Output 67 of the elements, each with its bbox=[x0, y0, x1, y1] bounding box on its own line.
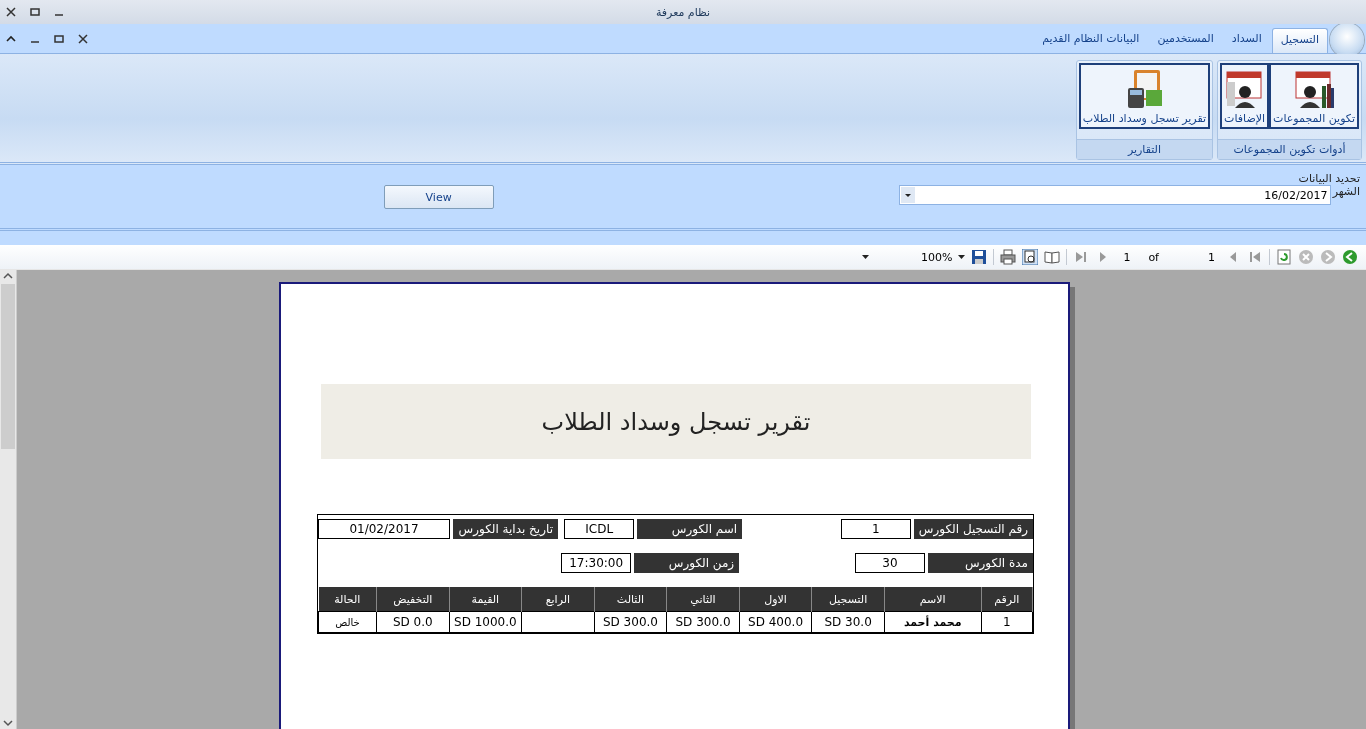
field-value: 17:30:00 bbox=[561, 553, 632, 573]
scroll-thumb[interactable] bbox=[1, 284, 15, 449]
ribbon-tab[interactable]: التسجيل bbox=[1271, 28, 1328, 53]
restore-icon[interactable] bbox=[30, 7, 40, 17]
field-label: تاريخ بداية الكورس bbox=[453, 519, 558, 539]
field-label: اسم الكورس bbox=[637, 519, 743, 539]
zoom-dropdown[interactable]: 100% bbox=[862, 250, 953, 264]
page-number-field[interactable]: 1 bbox=[1171, 250, 1219, 264]
refresh-icon[interactable] bbox=[1276, 249, 1292, 265]
column-header: التسجيل bbox=[811, 587, 885, 612]
ribbon-button[interactable]: تكوين المجموعات bbox=[1269, 63, 1359, 129]
ribbon-button[interactable]: تقرير تسجل وسداد الطلاب bbox=[1078, 63, 1211, 129]
column-header: الرقم bbox=[981, 587, 1033, 612]
column-header: الثالث bbox=[594, 587, 667, 612]
ribbon-tab[interactable]: السداد bbox=[1223, 28, 1270, 53]
table-cell: SD 0.0 bbox=[376, 611, 450, 633]
table-cell: محمد أحمد bbox=[884, 611, 982, 633]
window-title: نظام معرفة bbox=[655, 5, 711, 19]
calendar-person-icon bbox=[1224, 68, 1265, 108]
table-cell: SD 1000.0 bbox=[449, 611, 522, 633]
page-total-label: 1 bbox=[1122, 250, 1132, 264]
close-icon[interactable] bbox=[78, 33, 88, 44]
table-cell: SD 300.0 bbox=[666, 611, 740, 633]
table-cell: SD 300.0 bbox=[594, 611, 667, 633]
report-title: تقرير تسجل وسداد الطلاب bbox=[541, 407, 811, 436]
dropdown-arrow-icon[interactable] bbox=[958, 255, 966, 259]
group-title: أدوات تكوين المجموعات bbox=[1218, 139, 1361, 159]
ribbon-button[interactable]: الإضافات bbox=[1220, 63, 1270, 129]
field-label: رقم التسجيل الكورس bbox=[913, 519, 1033, 539]
first-page-icon[interactable] bbox=[1247, 249, 1263, 265]
column-header: الاول bbox=[739, 587, 812, 612]
column-header: القيمة bbox=[449, 587, 522, 612]
date-field[interactable]: 16/02/2017 bbox=[898, 185, 1331, 205]
field-label: مدة الكورس bbox=[928, 553, 1033, 573]
section-title: تحديد البيانات bbox=[1297, 172, 1360, 185]
scrollbar[interactable] bbox=[0, 270, 17, 729]
dropdown-arrow-icon bbox=[862, 255, 870, 259]
back-icon[interactable] bbox=[1342, 249, 1358, 265]
page-of-label: of bbox=[1147, 250, 1160, 264]
printer-icon[interactable] bbox=[1000, 249, 1017, 265]
book-icon[interactable] bbox=[1044, 249, 1061, 265]
field-label: زمن الكورس bbox=[634, 553, 740, 573]
table-cell: 1 bbox=[981, 611, 1033, 633]
table-cell: خالص bbox=[318, 611, 377, 633]
view-button[interactable]: View bbox=[383, 185, 494, 209]
scroll-down-icon[interactable] bbox=[0, 717, 16, 729]
field-value: 1 bbox=[840, 519, 911, 539]
field-value: 30 bbox=[855, 553, 925, 573]
save-icon[interactable] bbox=[971, 249, 988, 265]
column-header: الثاني bbox=[666, 587, 740, 612]
table-cell: SD 30.0 bbox=[811, 611, 885, 633]
field-value: 01/02/2017 bbox=[318, 519, 450, 539]
column-header: الرابع bbox=[521, 587, 595, 612]
table-cell: SD 400.0 bbox=[739, 611, 812, 633]
close-icon[interactable] bbox=[6, 7, 16, 17]
ribbon-tab[interactable]: البيانات النظام القديم bbox=[1034, 28, 1148, 53]
group-title: التقارير bbox=[1076, 139, 1213, 159]
collapse-icon[interactable] bbox=[6, 33, 16, 44]
column-header: الاسم bbox=[884, 587, 982, 612]
column-header: التخفيض bbox=[376, 587, 450, 612]
print-layout-icon[interactable] bbox=[1022, 249, 1039, 265]
column-header: الحالة bbox=[318, 587, 377, 612]
ribbon-tab[interactable]: المستخدمين bbox=[1149, 28, 1222, 53]
field-value: ICDL bbox=[564, 519, 635, 539]
restore-icon[interactable] bbox=[54, 33, 64, 44]
calendar-person-icon bbox=[1294, 68, 1335, 108]
field-label: الشهر bbox=[1332, 185, 1360, 198]
